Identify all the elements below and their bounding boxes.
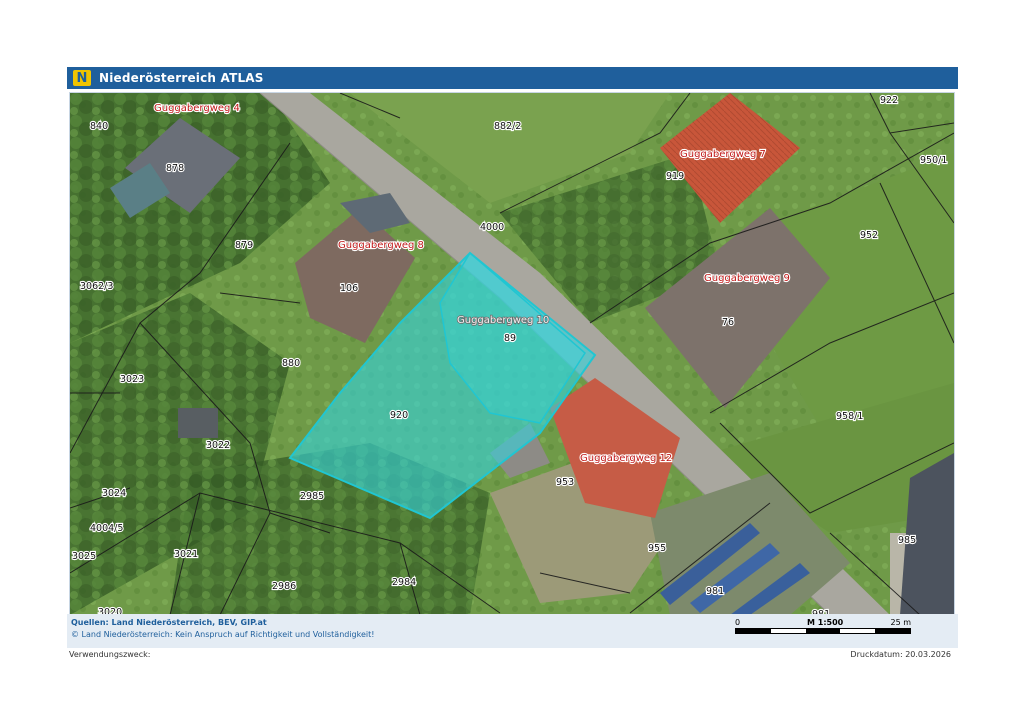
parcel-number: 879	[235, 240, 253, 251]
parcel-number: 981	[706, 586, 724, 597]
street-label-guggabergweg-9: Guggabergweg 9	[704, 273, 790, 284]
parcel-number: 3025	[72, 551, 96, 562]
parcel-number: 2985	[300, 491, 324, 502]
parcel-number: 3021	[174, 549, 198, 560]
parcel-number: 950/1	[920, 155, 947, 166]
map-canvas[interactable]: Guggabergweg 4 Guggabergweg 7 Guggabergw…	[70, 93, 954, 615]
scale-start-label: 0	[735, 618, 741, 627]
parcel-number: 953	[556, 477, 574, 488]
parcel-number: 2986	[272, 581, 296, 592]
street-label-guggabergweg-4: Guggabergweg 4	[154, 103, 240, 114]
parcel-number: 952	[860, 230, 878, 241]
scale-bar-graphic	[735, 628, 911, 634]
parcel-number: 985	[898, 535, 916, 546]
parcel-number: 3023	[120, 374, 144, 385]
parcel-number: 878	[166, 163, 184, 174]
aerial-map[interactable]: Guggabergweg 4 Guggabergweg 7 Guggabergw…	[69, 92, 955, 616]
street-label-guggabergweg-12: Guggabergweg 12	[580, 453, 672, 464]
street-label-guggabergweg-10: Guggabergweg 10	[457, 315, 549, 326]
atlas-title: Niederösterreich ATLAS	[99, 71, 264, 85]
parcel-number: 76	[722, 317, 734, 328]
parcel-number: 920	[390, 410, 408, 421]
parcel-number: 922	[880, 95, 898, 106]
print-date: Druckdatum: 20.03.2026	[850, 650, 951, 659]
parcel-number: 3022	[206, 440, 230, 451]
parcel-number: 3062/3	[80, 281, 113, 292]
street-label-guggabergweg-8: Guggabergweg 8	[338, 240, 424, 251]
scale-end-label: 25 m	[890, 618, 911, 627]
map-footer: Quellen: Land Niederösterreich, BEV, GIP…	[67, 614, 958, 648]
parcel-number: 89	[504, 333, 516, 344]
purpose-label: Verwendungszweck:	[69, 650, 151, 659]
parcel-number: 2984	[392, 577, 416, 588]
parcel-number: 106	[340, 283, 358, 294]
parcel-number: 880	[282, 358, 300, 369]
atlas-header: N Niederösterreich ATLAS	[67, 67, 958, 89]
noe-logo-icon: N	[73, 70, 91, 86]
parcel-number: 958/1	[836, 411, 863, 422]
parcel-number: 3024	[102, 488, 126, 499]
parcel-number: 882/2	[494, 121, 521, 132]
parcel-number: 955	[648, 543, 666, 554]
parcel-number: 4000	[480, 222, 504, 233]
parcel-number: 840	[90, 121, 108, 132]
parcel-number: 4004/5	[90, 523, 123, 534]
scale-ratio-label: M 1:500	[807, 618, 844, 627]
street-label-guggabergweg-7: Guggabergweg 7	[680, 149, 766, 160]
parcel-number: 919	[666, 171, 684, 182]
scale-bar: 0 M 1:500 25 m	[735, 618, 911, 644]
